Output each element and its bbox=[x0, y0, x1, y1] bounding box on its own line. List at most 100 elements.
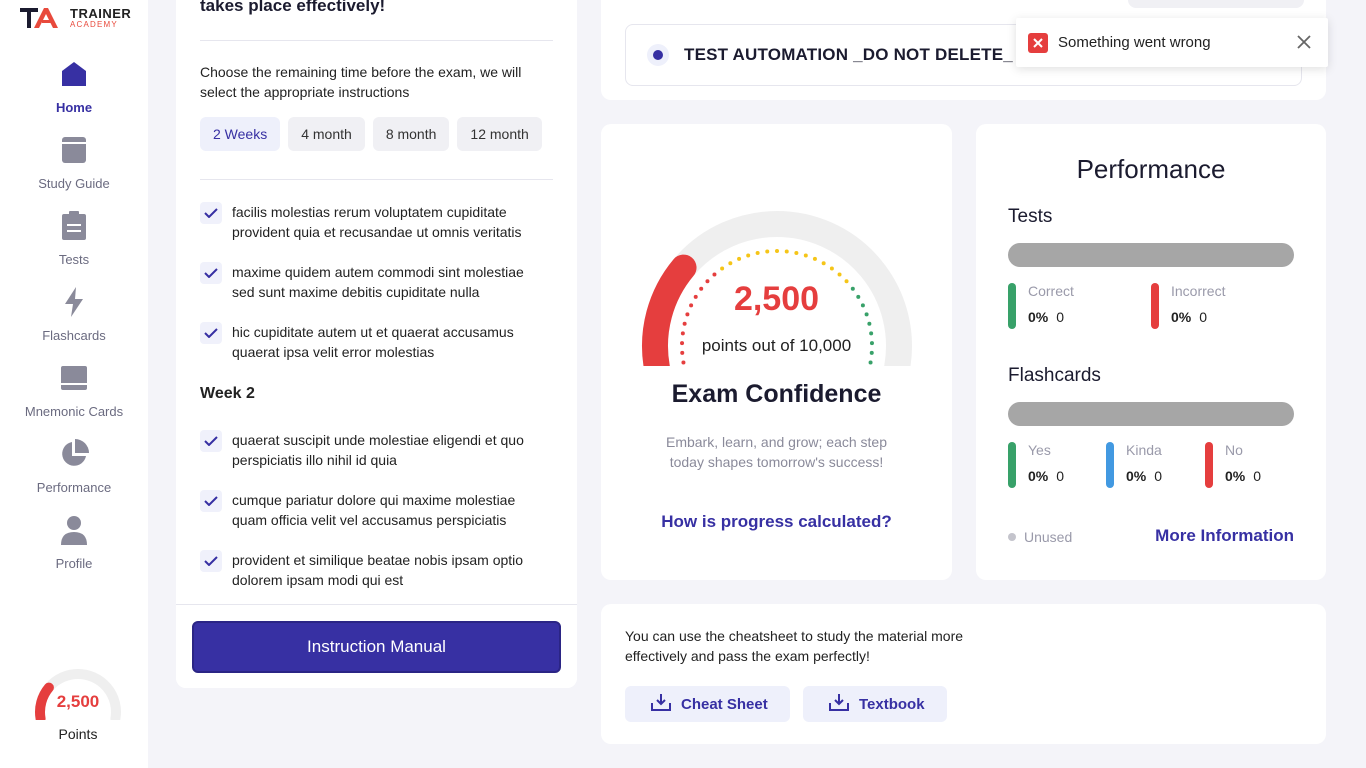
stat-percent: 0% bbox=[1028, 468, 1049, 484]
gauge-dot bbox=[794, 250, 799, 255]
sidebar-item-study-guide[interactable]: Study Guide bbox=[0, 128, 148, 204]
gauge-dot bbox=[712, 272, 717, 277]
sidebar-item-label: Performance bbox=[36, 480, 112, 495]
stat-count: 0 bbox=[1056, 309, 1065, 325]
time-option-12-month[interactable]: 12 month bbox=[457, 117, 542, 151]
lightning-icon bbox=[59, 286, 89, 318]
gauge-dot bbox=[681, 360, 686, 365]
sidebar-item-tests[interactable]: Tests bbox=[0, 204, 148, 280]
stat-percent: 0% bbox=[1126, 468, 1147, 484]
more-information-link[interactable]: More Information bbox=[1155, 526, 1294, 546]
sidebar-item-mnemonic-cards[interactable]: Mnemonic Cards bbox=[0, 356, 148, 432]
cheatsheet-card: You can use the cheatsheet to study the … bbox=[601, 604, 1326, 744]
task-text: quaerat suscipit unde molestiae eligendi… bbox=[232, 432, 524, 468]
task-item[interactable]: provident et similique beatae nobis ipsa… bbox=[200, 550, 550, 590]
user-icon bbox=[59, 514, 89, 546]
sidebar-item-label: Flashcards bbox=[42, 328, 106, 343]
stat-color-bar bbox=[1205, 442, 1213, 488]
course-radio[interactable] bbox=[650, 47, 666, 63]
stat-kinda: Kinda 0% 0 bbox=[1106, 442, 1162, 488]
toast-message: Something went wrong bbox=[1058, 34, 1211, 51]
instruction-manual-button[interactable]: Instruction Manual bbox=[192, 621, 561, 673]
task-item[interactable]: facilis molestias rerum voluptatem cupid… bbox=[200, 202, 550, 242]
textbook-button[interactable]: Textbook bbox=[803, 686, 947, 722]
time-option-8-month[interactable]: 8 month bbox=[372, 117, 450, 151]
task-text: hic cupiditate autem ut et quaerat accus… bbox=[232, 324, 514, 360]
stat-label: Incorrect bbox=[1171, 283, 1226, 299]
week-title: Week 2 bbox=[200, 385, 255, 402]
progress-calculation-link[interactable]: How is progress calculated? bbox=[601, 512, 952, 532]
check-icon[interactable] bbox=[200, 490, 222, 512]
performance-card: Performance Tests Correct 0% 0 Incorrect … bbox=[976, 124, 1326, 580]
close-icon[interactable] bbox=[1294, 32, 1314, 52]
cheat-sheet-button[interactable]: Cheat Sheet bbox=[625, 686, 790, 722]
download-icon bbox=[651, 693, 671, 715]
stat-incorrect: Incorrect 0% 0 bbox=[1151, 283, 1225, 329]
sidebar-item-label: Home bbox=[55, 100, 93, 115]
check-icon[interactable] bbox=[200, 322, 222, 344]
brand-name: TRAINER bbox=[70, 6, 132, 21]
sidebar-item-flashcards[interactable]: Flashcards bbox=[0, 280, 148, 356]
download-icon bbox=[829, 693, 849, 715]
task-item[interactable]: hic cupiditate autem ut et quaerat accus… bbox=[200, 322, 550, 362]
points-value: 2,500 bbox=[56, 692, 100, 711]
flashcards-title: Flashcards bbox=[1008, 365, 1101, 386]
stat-color-bar bbox=[1151, 283, 1159, 329]
sidebar-item-profile[interactable]: Profile bbox=[0, 508, 148, 584]
study-plan-card: takes place effectively! Choose the rema… bbox=[176, 0, 577, 688]
gauge-dot bbox=[728, 261, 733, 266]
stat-count: 0 bbox=[1253, 468, 1262, 484]
stat-percent: 0% bbox=[1028, 309, 1049, 325]
exam-confidence-card: 2,500 points out of 10,000 Exam Confiden… bbox=[601, 124, 952, 580]
cheat-sheet-label: Cheat Sheet bbox=[681, 695, 768, 713]
stat-percent: 0% bbox=[1225, 468, 1246, 484]
time-options: 2 Weeks 4 month 8 month 12 month bbox=[200, 117, 542, 151]
course-name: TEST AUTOMATION _DO NOT DELETE_ bbox=[684, 45, 1013, 64]
sidebar-nav: Home Study Guide Tests Flashcards Mnemon… bbox=[0, 52, 148, 584]
task-item[interactable]: quaerat suscipit unde molestiae eligendi… bbox=[200, 430, 550, 470]
brand-subtitle: ACADEMY bbox=[70, 20, 118, 29]
gauge-dot bbox=[867, 321, 872, 326]
check-icon[interactable] bbox=[200, 550, 222, 572]
gauge-dot bbox=[837, 272, 842, 277]
stat-count: 0 bbox=[1199, 309, 1208, 325]
stat-no: No 0% 0 bbox=[1205, 442, 1261, 488]
check-icon[interactable] bbox=[200, 430, 222, 452]
confidence-value: 2,500 bbox=[733, 280, 820, 318]
sidebar-item-home[interactable]: Home bbox=[0, 52, 148, 128]
divider bbox=[200, 40, 553, 41]
check-icon[interactable] bbox=[200, 202, 222, 224]
task-text: provident et similique beatae nobis ipsa… bbox=[232, 552, 524, 588]
stat-label: No bbox=[1225, 442, 1243, 458]
points-label: Points bbox=[58, 726, 98, 742]
stat-color-bar bbox=[1106, 442, 1114, 488]
sidebar-item-label: Mnemonic Cards bbox=[24, 404, 124, 419]
points-widget[interactable]: 2,500 Points bbox=[28, 664, 128, 742]
time-option-4-month[interactable]: 4 month bbox=[288, 117, 365, 151]
gauge-dot bbox=[869, 331, 874, 336]
brand-logo[interactable]: TRAINER ACADEMY bbox=[20, 6, 131, 30]
performance-title: Performance bbox=[1076, 154, 1226, 184]
time-option-2-weeks[interactable]: 2 Weeks bbox=[200, 117, 281, 151]
stat-count: 0 bbox=[1056, 468, 1065, 484]
unused-dot-icon bbox=[1008, 533, 1016, 541]
task-item[interactable]: maxime quidem autem commodi sint molesti… bbox=[200, 262, 550, 302]
task-text: facilis molestias rerum voluptatem cupid… bbox=[232, 204, 522, 240]
stat-label: Kinda bbox=[1126, 442, 1162, 458]
tests-progress-bar bbox=[1008, 243, 1294, 267]
textbook-label: Textbook bbox=[859, 695, 925, 713]
gauge-dot bbox=[720, 266, 725, 271]
cheatsheet-description: You can use the cheatsheet to study the … bbox=[625, 628, 964, 664]
check-icon[interactable] bbox=[200, 262, 222, 284]
task-item[interactable]: cumque pariatur dolore qui maxime molest… bbox=[200, 490, 550, 530]
confidence-title: Exam Confidence bbox=[671, 380, 882, 408]
confidence-description: Embark, learn, and grow; each step today… bbox=[665, 434, 887, 470]
divider bbox=[200, 179, 553, 180]
plan-description: Choose the remaining time before the exa… bbox=[200, 64, 522, 100]
sidebar: TRAINER ACADEMY Home Study Guide Tests F… bbox=[0, 0, 148, 768]
gauge-dot bbox=[775, 249, 779, 253]
sidebar-item-performance[interactable]: Performance bbox=[0, 432, 148, 508]
unused-legend: Unused bbox=[1008, 529, 1072, 545]
course-tab[interactable] bbox=[1128, 0, 1304, 8]
manual-footer: Instruction Manual bbox=[176, 604, 577, 688]
